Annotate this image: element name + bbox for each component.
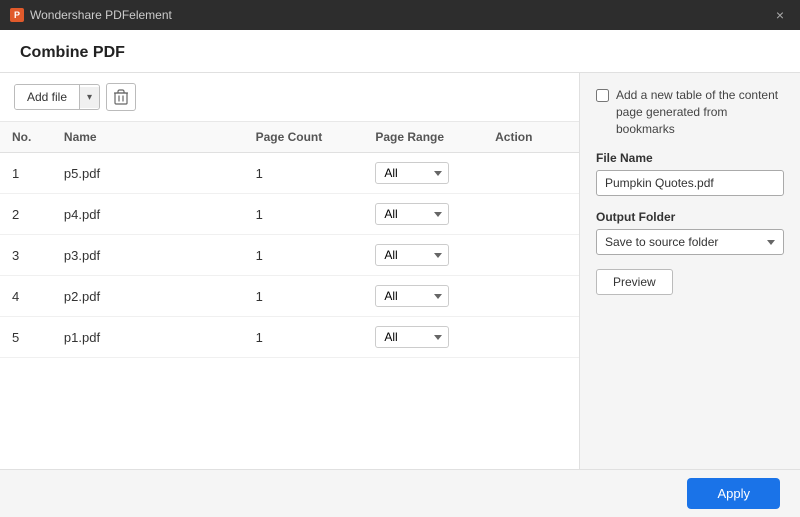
col-header-no: No. (0, 122, 52, 153)
cell-pagecount: 1 (244, 317, 364, 358)
dialog-header: Combine PDF (0, 30, 800, 73)
cell-name: p3.pdf (52, 235, 244, 276)
table-row: 4 p2.pdf 1 All Custom (0, 276, 579, 317)
cell-action (483, 317, 579, 358)
file-table-container: No. Name Page Count Page Range Action 1 … (0, 122, 579, 469)
dialog: Combine PDF Add file ▾ (0, 30, 800, 517)
page-range-select[interactable]: All Custom (375, 285, 449, 307)
cell-action (483, 194, 579, 235)
bookmark-checkbox[interactable] (596, 89, 609, 102)
file-name-input[interactable] (596, 170, 784, 196)
output-folder-select-wrapper: Save to source folderCustom folder (596, 229, 784, 255)
table-body: 1 p5.pdf 1 All Custom 2 p4.pdf 1 All Cus… (0, 153, 579, 358)
title-bar: P Wondershare PDFelement × (0, 0, 800, 30)
cell-no: 1 (0, 153, 52, 194)
cell-pagerange: All Custom (363, 317, 483, 358)
file-name-label: File Name (596, 151, 784, 165)
cell-no: 3 (0, 235, 52, 276)
toolbar: Add file ▾ (0, 73, 579, 122)
col-header-name: Name (52, 122, 244, 153)
table-row: 3 p3.pdf 1 All Custom (0, 235, 579, 276)
cell-pagecount: 1 (244, 276, 364, 317)
cell-action (483, 276, 579, 317)
file-table: No. Name Page Count Page Range Action 1 … (0, 122, 579, 358)
page-range-select[interactable]: All Custom (375, 203, 449, 225)
cell-no: 4 (0, 276, 52, 317)
bookmark-checkbox-label: Add a new table of the content page gene… (616, 87, 784, 137)
cell-pagecount: 1 (244, 153, 364, 194)
cell-pagerange: All Custom (363, 153, 483, 194)
add-file-button[interactable]: Add file ▾ (14, 84, 100, 110)
add-file-label: Add file (15, 85, 80, 109)
cell-no: 2 (0, 194, 52, 235)
cell-pagerange: All Custom (363, 235, 483, 276)
cell-name: p2.pdf (52, 276, 244, 317)
bookmark-checkbox-row: Add a new table of the content page gene… (596, 87, 784, 137)
trash-button[interactable] (106, 83, 136, 111)
close-button[interactable]: × (770, 5, 790, 25)
col-header-action: Action (483, 122, 579, 153)
left-panel: Add file ▾ No. (0, 73, 580, 469)
output-folder-section: Output Folder Save to source folderCusto… (596, 210, 784, 255)
dialog-title: Combine PDF (20, 44, 125, 61)
file-name-section: File Name (596, 151, 784, 196)
table-header-row: No. Name Page Count Page Range Action (0, 122, 579, 153)
table-row: 5 p1.pdf 1 All Custom (0, 317, 579, 358)
cell-name: p5.pdf (52, 153, 244, 194)
preview-section: Preview (596, 269, 784, 295)
table-row: 2 p4.pdf 1 All Custom (0, 194, 579, 235)
table-row: 1 p5.pdf 1 All Custom (0, 153, 579, 194)
cell-action (483, 153, 579, 194)
cell-name: p1.pdf (52, 317, 244, 358)
add-file-arrow-icon[interactable]: ▾ (80, 87, 99, 108)
cell-no: 5 (0, 317, 52, 358)
cell-action (483, 235, 579, 276)
page-range-select[interactable]: All Custom (375, 326, 449, 348)
cell-name: p4.pdf (52, 194, 244, 235)
cell-pagecount: 1 (244, 194, 364, 235)
col-header-pagecount: Page Count (244, 122, 364, 153)
page-range-select[interactable]: All Custom (375, 244, 449, 266)
title-bar-left: P Wondershare PDFelement (10, 8, 172, 22)
cell-pagerange: All Custom (363, 276, 483, 317)
dialog-body: Add file ▾ No. (0, 73, 800, 469)
cell-pagerange: All Custom (363, 194, 483, 235)
output-folder-select[interactable]: Save to source folderCustom folder (596, 229, 784, 255)
col-header-pagerange: Page Range (363, 122, 483, 153)
footer: Apply (0, 469, 800, 517)
output-folder-label: Output Folder (596, 210, 784, 224)
cell-pagecount: 1 (244, 235, 364, 276)
app-name: Wondershare PDFelement (30, 8, 172, 22)
apply-button[interactable]: Apply (687, 478, 780, 509)
app-icon: P (10, 8, 24, 22)
right-panel: Add a new table of the content page gene… (580, 73, 800, 469)
page-range-select[interactable]: All Custom (375, 162, 449, 184)
preview-button[interactable]: Preview (596, 269, 673, 295)
